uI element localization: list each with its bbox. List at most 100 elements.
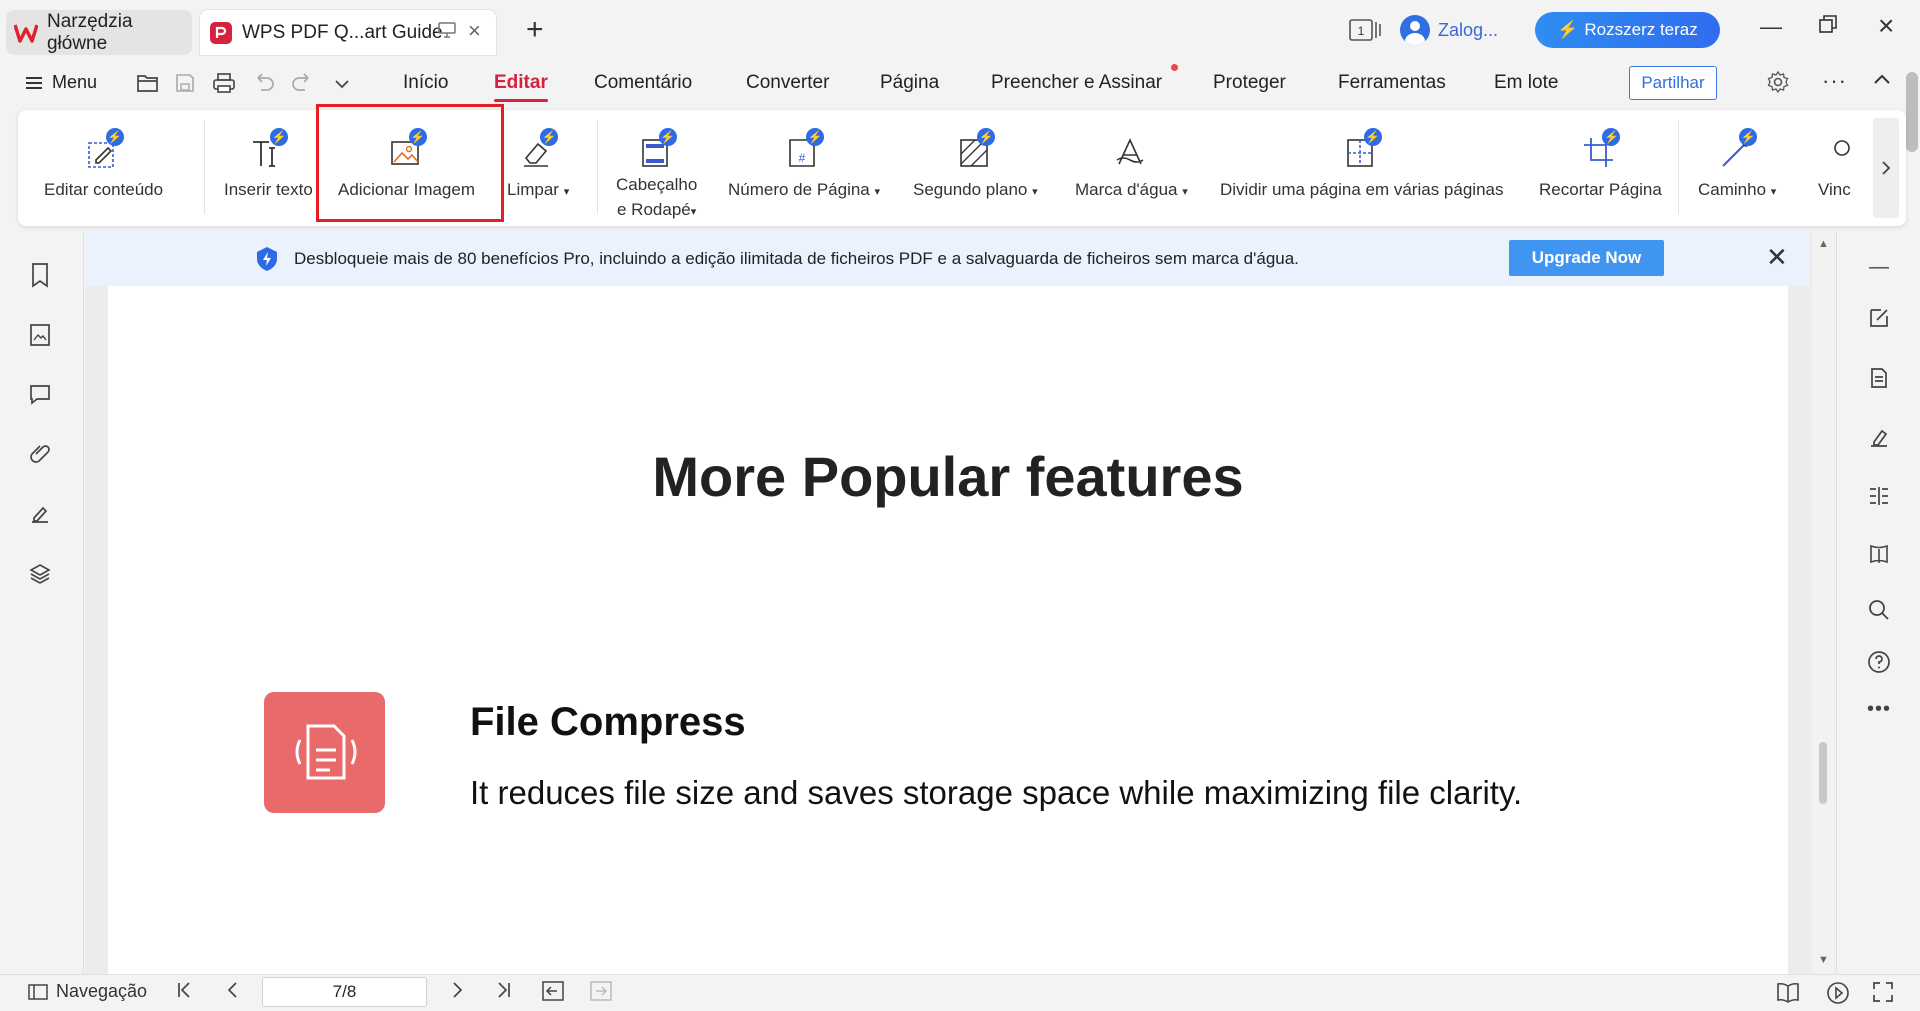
redo-icon[interactable] <box>290 72 314 96</box>
next-page-icon[interactable] <box>452 981 464 1004</box>
document-tools-icon[interactable] <box>1865 366 1893 394</box>
restore-icon[interactable] <box>1818 14 1838 40</box>
bookmark-icon[interactable] <box>28 262 56 290</box>
back-view-icon[interactable] <box>542 981 564 1006</box>
page-number-button[interactable]: # ⚡ Número de Página ▾ <box>728 128 880 200</box>
clear-button[interactable]: ⚡ Limpar ▾ <box>507 128 569 200</box>
header-footer-button[interactable]: ⚡ Cabeçalho e Rodapé▾ <box>616 128 697 225</box>
dropdown-caret-icon: ▾ <box>1770 186 1777 198</box>
page-number-input[interactable]: 7/8 <box>262 977 427 1007</box>
insert-text-icon: ⚡ <box>248 128 289 172</box>
signature-icon[interactable] <box>28 502 56 530</box>
print-icon[interactable] <box>212 72 236 96</box>
window-scrollbar[interactable] <box>1906 72 1918 152</box>
path-icon: ⚡ <box>1717 128 1758 172</box>
pdf-logo-icon <box>208 20 234 46</box>
link-button[interactable]: Vinc <box>1818 128 1858 200</box>
fullscreen-icon[interactable] <box>1872 981 1894 1008</box>
navigation-label: Navegação <box>56 981 148 1001</box>
close-window-icon[interactable]: × <box>1878 10 1894 42</box>
upgrade-button[interactable]: ⚡ Rozszerz teraz <box>1535 12 1720 48</box>
navigation-toggle[interactable]: Navegação <box>28 981 147 1002</box>
insert-text-button[interactable]: ⚡ Inserir texto <box>224 128 313 200</box>
reading-mode-icon[interactable] <box>1776 981 1800 1008</box>
prev-page-icon[interactable] <box>226 981 238 1004</box>
edit-document-icon[interactable] <box>1865 306 1893 334</box>
tab-editar[interactable]: Editar <box>494 72 548 102</box>
feature-description: It reduces file size and saves storage s… <box>470 774 1523 811</box>
pro-badge-icon: ⚡ <box>105 128 124 146</box>
ribbon-divider <box>204 120 205 214</box>
dropdown-caret-icon: ▾ <box>690 206 697 218</box>
attachment-icon[interactable] <box>28 442 56 470</box>
tab-comentario[interactable]: Comentário <box>594 72 692 94</box>
edit-content-button[interactable]: ⚡ Editar conteúdo <box>44 128 163 200</box>
layers-icon[interactable] <box>28 562 56 590</box>
dropdown-caret-icon: ▾ <box>1182 186 1188 198</box>
background-button[interactable]: ⚡ Segundo plano ▾ <box>913 128 1038 200</box>
header-footer-icon: ⚡ <box>637 128 677 172</box>
play-icon[interactable] <box>1826 981 1850 1010</box>
pro-badge-icon: ⚡ <box>540 128 559 146</box>
open-folder-icon[interactable] <box>136 72 160 96</box>
document-scrollbar[interactable]: ▲ ▼ <box>1812 232 1834 974</box>
page-indicator-icon[interactable]: 1 <box>1349 18 1381 42</box>
columns-icon[interactable] <box>1865 484 1893 512</box>
user-account[interactable]: Zalog... <box>1400 12 1498 48</box>
avatar-icon <box>1400 15 1430 45</box>
monitor-icon[interactable] <box>438 22 456 43</box>
ribbon-label: Marca d'água <box>1075 180 1178 199</box>
wps-logo-icon <box>14 20 39 46</box>
page-indicator-number: 1 <box>1358 24 1365 38</box>
more-tools-icon[interactable]: ••• <box>1865 698 1893 726</box>
comment-icon[interactable] <box>28 382 56 410</box>
scroll-up-icon[interactable]: ▲ <box>1818 238 1829 250</box>
collapse-ribbon-icon[interactable] <box>1872 72 1892 91</box>
close-tab-icon[interactable]: × <box>468 18 481 44</box>
book-view-icon[interactable] <box>1865 542 1893 570</box>
save-icon[interactable] <box>174 72 198 96</box>
upgrade-now-button[interactable]: Upgrade Now <box>1509 240 1664 276</box>
watermark-button[interactable]: Marca d'água ▾ <box>1075 128 1188 200</box>
ribbon-label: Número de Página <box>728 180 870 199</box>
ribbon-scroll-right-button[interactable] <box>1873 118 1899 218</box>
tab-preencher-e-assinar[interactable]: Preencher e Assinar <box>991 72 1162 94</box>
ribbon-label-line2: e Rodapé <box>617 200 691 219</box>
tab-home[interactable]: Narzędzia główne <box>6 10 192 55</box>
link-icon <box>1818 128 1858 172</box>
tab-em-lote[interactable]: Em lote <box>1494 72 1558 94</box>
sign-pen-icon[interactable] <box>1865 426 1893 454</box>
split-page-button[interactable]: ⚡ Dividir uma página em várias páginas <box>1220 128 1503 200</box>
minimize-icon[interactable]: — <box>1760 14 1782 40</box>
close-notice-icon[interactable]: ✕ <box>1766 242 1788 273</box>
undo-icon[interactable] <box>252 72 276 96</box>
collapse-panel-icon[interactable]: — <box>1865 256 1893 284</box>
forward-view-icon[interactable] <box>590 981 612 1006</box>
ribbon-divider <box>597 120 598 214</box>
crop-page-button[interactable]: ⚡ Recortar Página <box>1539 128 1662 200</box>
tab-document[interactable]: WPS PDF Q...art Guide × <box>200 10 496 55</box>
pro-badge-icon: ⚡ <box>270 128 289 146</box>
tab-proteger[interactable]: Proteger <box>1213 72 1286 94</box>
tab-converter[interactable]: Converter <box>746 72 829 94</box>
thumbnail-icon[interactable] <box>28 322 56 350</box>
settings-gear-icon[interactable] <box>1766 70 1790 94</box>
chevron-down-icon[interactable] <box>334 76 358 100</box>
menu-button[interactable]: Menu <box>26 72 97 93</box>
new-tab-button[interactable]: + <box>526 14 544 46</box>
pro-badge-icon: ⚡ <box>658 128 677 146</box>
ribbon-label: Segundo plano <box>913 180 1028 199</box>
last-page-icon[interactable] <box>496 981 512 1004</box>
more-options-icon[interactable]: ··· <box>1822 68 1847 94</box>
path-button[interactable]: ⚡ Caminho ▾ <box>1698 128 1776 200</box>
tab-pagina[interactable]: Página <box>880 72 939 94</box>
add-image-button[interactable]: ⚡ Adicionar Imagem <box>338 128 475 200</box>
scroll-thumb[interactable] <box>1819 742 1827 804</box>
tab-ferramentas[interactable]: Ferramentas <box>1338 72 1446 94</box>
tab-inicio[interactable]: Início <box>403 72 448 94</box>
scroll-down-icon[interactable]: ▼ <box>1818 954 1829 966</box>
search-icon[interactable] <box>1865 598 1893 626</box>
help-icon[interactable] <box>1865 650 1893 678</box>
share-button[interactable]: Partilhar <box>1629 66 1717 100</box>
first-page-icon[interactable] <box>176 981 192 1004</box>
